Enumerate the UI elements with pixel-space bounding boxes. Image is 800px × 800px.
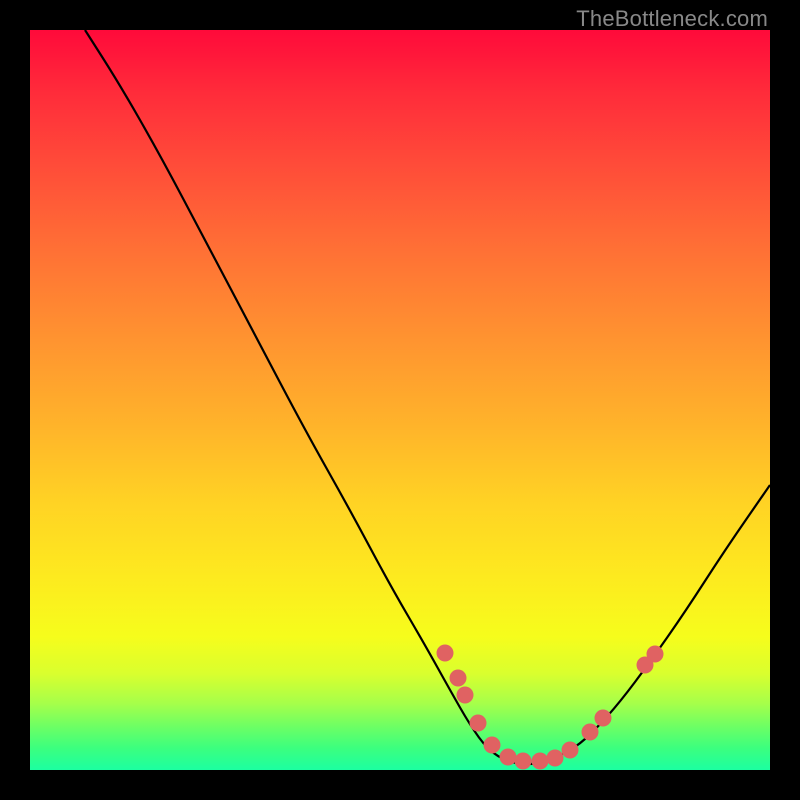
data-point xyxy=(457,687,474,704)
data-point xyxy=(547,750,564,767)
bottleneck-curve xyxy=(85,30,770,764)
data-point xyxy=(470,715,487,732)
data-point xyxy=(484,737,501,754)
watermark-text: TheBottleneck.com xyxy=(576,6,768,32)
data-point xyxy=(437,645,454,662)
data-point xyxy=(450,670,467,687)
chart-plot-area xyxy=(30,30,770,770)
data-point xyxy=(647,646,664,663)
data-point xyxy=(562,742,579,759)
data-point xyxy=(515,753,532,770)
chart-svg xyxy=(30,30,770,770)
chart-frame: TheBottleneck.com xyxy=(0,0,800,800)
data-points xyxy=(437,645,664,770)
data-point xyxy=(500,749,517,766)
data-point xyxy=(595,710,612,727)
data-point xyxy=(532,753,549,770)
data-point xyxy=(582,724,599,741)
